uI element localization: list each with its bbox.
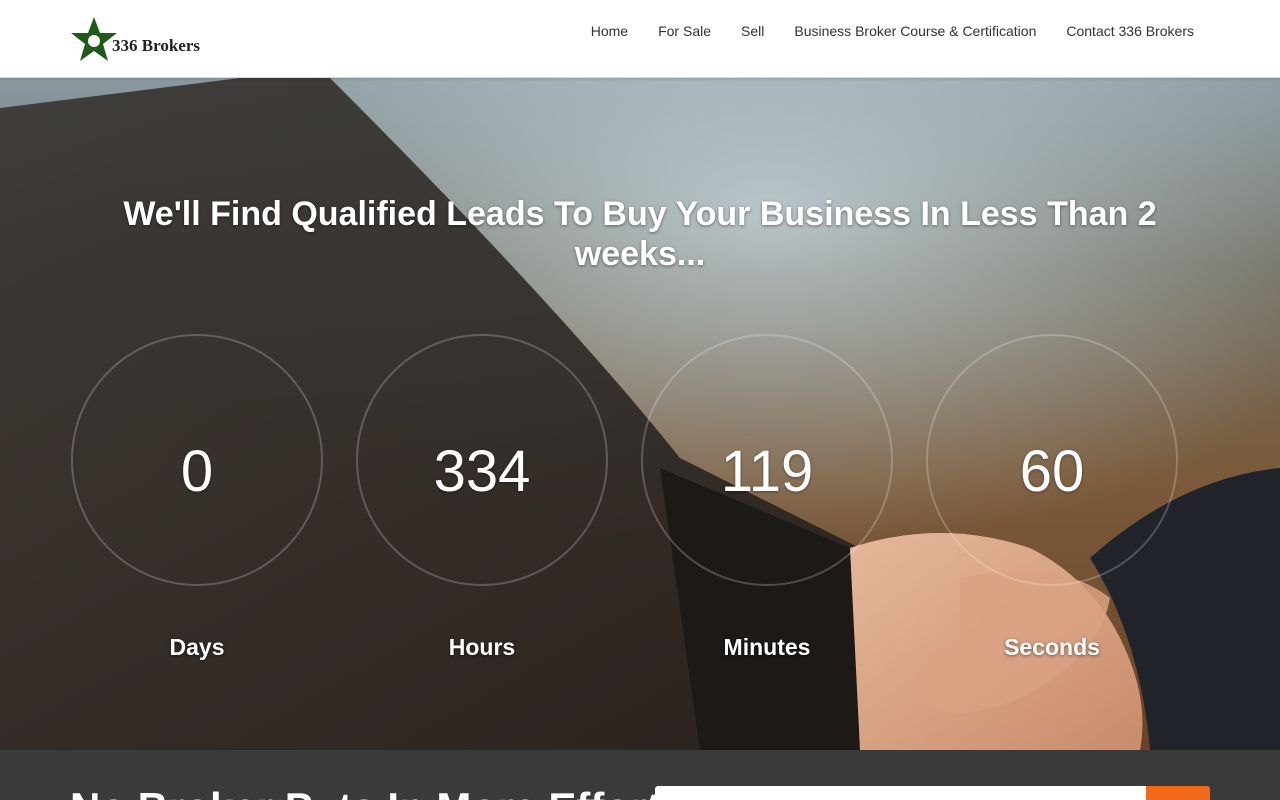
email-input[interactable]: [655, 786, 1147, 800]
countdown-minutes-value: 119: [720, 439, 814, 504]
countdown-minutes-label: Minutes: [723, 634, 811, 660]
logo-star-icon: [71, 17, 117, 61]
countdown-seconds-value: 60: [1019, 439, 1085, 504]
nav-sell[interactable]: Sell: [741, 23, 764, 39]
nav-contact[interactable]: Contact 336 Brokers: [1066, 23, 1194, 39]
countdown-minutes: 119 Minutes: [641, 334, 893, 674]
countdown-seconds: 60 Seconds: [926, 334, 1178, 674]
countdown-days-label: Days: [169, 634, 225, 660]
submit-button[interactable]: [1146, 786, 1210, 800]
nav-for-sale[interactable]: For Sale: [658, 23, 711, 39]
hero-title: We'll Find Qualified Leads To Buy Your B…: [123, 195, 1157, 273]
nav-broker-course[interactable]: Business Broker Course & Certification: [794, 23, 1036, 39]
cta-section: No Broker Puts In More Effort!: [0, 750, 1280, 800]
logo-text: 336 Brokers: [112, 36, 200, 55]
countdown-days-value: 0: [180, 439, 214, 504]
site-header: 336 Brokers Home For Sale Sell Business …: [0, 0, 1280, 78]
main-nav: Home For Sale Sell Business Broker Cours…: [561, 23, 1194, 39]
countdown-hours-label: Hours: [448, 634, 516, 660]
countdown-hours-value: 334: [433, 439, 531, 504]
cta-heading: No Broker Puts In More Effort!: [70, 784, 674, 800]
site-logo[interactable]: 336 Brokers: [70, 16, 220, 64]
hero-section: We'll Find Qualified Leads To Buy Your B…: [0, 78, 1280, 750]
countdown-hours: 334 Hours: [356, 334, 608, 674]
nav-home[interactable]: Home: [591, 23, 628, 39]
countdown-days: 0 Days: [71, 334, 323, 674]
countdown-seconds-label: Seconds: [1004, 634, 1100, 660]
